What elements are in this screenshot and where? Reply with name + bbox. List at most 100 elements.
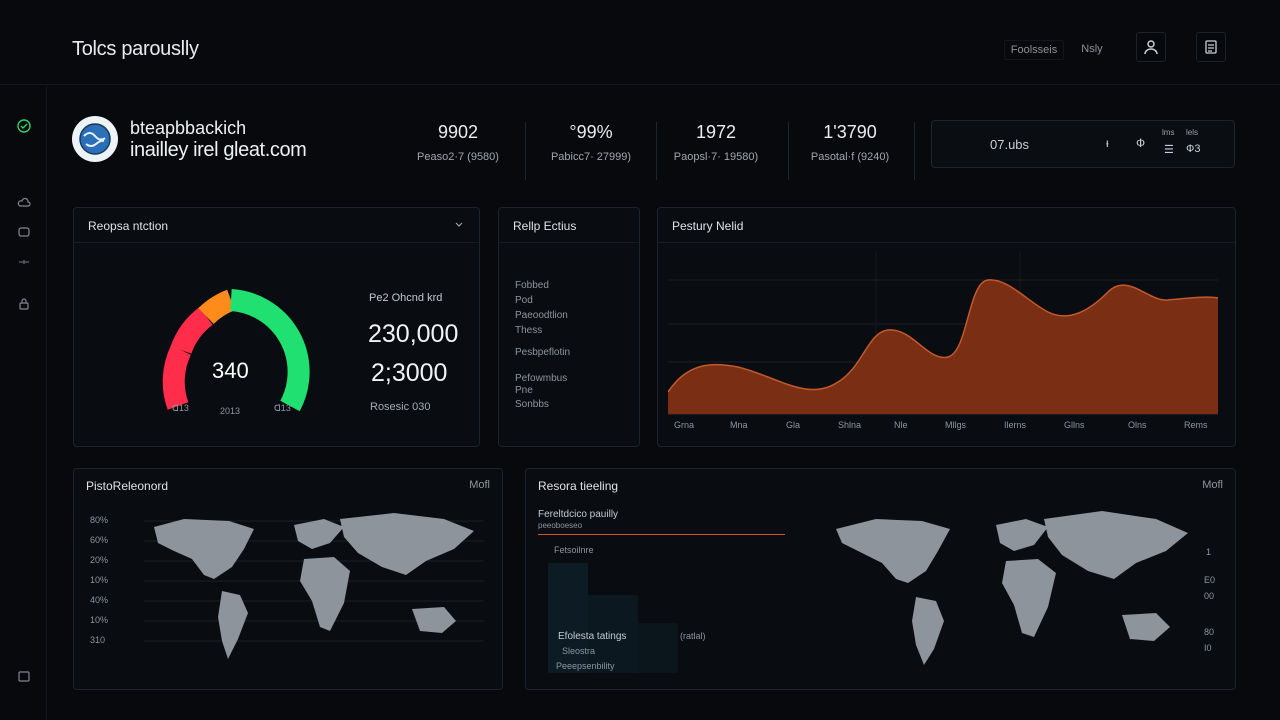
- sidebar-lock[interactable]: [14, 294, 34, 314]
- list-item[interactable]: Sonbbs: [515, 399, 549, 410]
- gauge-red-arc: [162, 345, 192, 410]
- x-axis-label: Rems: [1184, 420, 1208, 430]
- panel-title: Reopsa ntction: [88, 219, 169, 233]
- chat-icon: [18, 227, 30, 237]
- stat-4: 1'3790 Pasotal·f (9240): [790, 122, 910, 163]
- y-axis-label: 10%: [90, 615, 109, 625]
- axis-label: E0: [1204, 575, 1216, 585]
- document-button[interactable]: [1196, 32, 1226, 62]
- stat-value: °99%: [569, 122, 613, 142]
- sidebar-cloud[interactable]: [14, 192, 34, 212]
- panel-header: Pestury Nelid: [658, 208, 1235, 243]
- north-america: [154, 519, 254, 579]
- australia: [412, 607, 456, 633]
- legend-label: Sleostra: [562, 646, 596, 656]
- stat-label: Paopsl·7· 19580): [673, 151, 759, 163]
- divider: [525, 122, 526, 180]
- continents: [154, 513, 474, 659]
- more-link[interactable]: Mofl: [1202, 479, 1223, 491]
- panel-header: Reopsa ntction: [74, 208, 479, 243]
- more-link[interactable]: Mofl: [469, 479, 490, 491]
- y-axis-label: 10%: [90, 575, 109, 585]
- gauge-min-label: ᗡ13: [172, 403, 189, 413]
- globe-avatar-icon: [79, 123, 111, 155]
- stat-3: 1972 Paopsl·7· 19580): [656, 122, 776, 163]
- status-indicator: ᵻ: [1106, 136, 1109, 150]
- wave-panel: Pestury Nelid Grna Mna Gla Shlna Nle Mll…: [657, 207, 1236, 447]
- wave-area: [668, 279, 1218, 414]
- sidebar-chat[interactable]: [14, 222, 34, 242]
- panel-title: Resora tieeling: [538, 479, 619, 493]
- accent-line: [538, 534, 785, 535]
- profile-email: inailley irel gleat.com: [130, 139, 307, 161]
- map-panel-1: PistoReleonord Mofl 80% 60% 20% 10% 40% …: [73, 468, 503, 690]
- continents: [836, 511, 1188, 665]
- sidebar-filter[interactable]: [14, 252, 34, 272]
- gauge-bottom-label: 2013: [220, 406, 241, 416]
- legend-label: Peeepsenbility: [556, 661, 615, 671]
- panel-header: Rellp Ectius: [499, 208, 639, 243]
- legend-label: Efolesta tatings: [558, 631, 627, 642]
- list-item[interactable]: Pne: [515, 385, 533, 396]
- list-panel: Rellp Ectius Fobbed Pod Paeoodtlion Thes…: [498, 207, 640, 447]
- y-axis-label: 80%: [90, 515, 109, 525]
- user-button[interactable]: [1136, 32, 1166, 62]
- gauge-max-label: ᗡ13: [274, 403, 291, 413]
- metric-big-2: 2;3000: [371, 359, 448, 387]
- europe: [996, 519, 1048, 551]
- panel-title: Rellp Ectius: [513, 219, 577, 233]
- metric-big-1: 230,000: [368, 320, 459, 348]
- sidebar-refresh[interactable]: [14, 116, 34, 136]
- map-subtitle: Fereltdcico pauilly: [538, 509, 619, 520]
- top-link-2[interactable]: Nsly: [1074, 40, 1110, 58]
- map-panel-2: Resora tieeling Mofl Fereltdcico pauilly…: [525, 468, 1236, 690]
- north-america: [836, 519, 950, 583]
- asia: [1044, 511, 1188, 579]
- avatar[interactable]: [72, 116, 118, 162]
- top-link-1[interactable]: Foolsseis: [1004, 40, 1064, 60]
- x-axis-label: Grna: [674, 420, 695, 430]
- south-america: [912, 597, 944, 665]
- asia: [340, 513, 474, 575]
- divider: [788, 122, 789, 180]
- list-item[interactable]: Pesbpeflotin: [515, 347, 570, 358]
- stat-1: 9902 Peaso2·7 (9580): [398, 122, 518, 163]
- europe: [294, 519, 344, 549]
- chevron-down-icon[interactable]: [455, 222, 463, 228]
- x-axis-label: Gla: [786, 420, 801, 430]
- australia: [1122, 613, 1170, 641]
- divider: [914, 122, 915, 180]
- x-axis-label: Mna: [730, 420, 748, 430]
- status-mini-value: Ф3: [1186, 143, 1201, 155]
- list-item[interactable]: Thess: [515, 325, 542, 336]
- x-axis-label: Shlna: [838, 420, 862, 430]
- y-axis-label: 60%: [90, 535, 109, 545]
- sidebar: [0, 86, 47, 720]
- world-map: [836, 511, 1188, 665]
- x-axis-label: Olns: [1128, 420, 1147, 430]
- world-map: [144, 513, 484, 659]
- document-icon: [1205, 40, 1217, 54]
- folder-icon: [18, 671, 30, 682]
- panel-title: PistoReleonord: [86, 479, 169, 493]
- list-item[interactable]: Pefowmbus: [515, 373, 567, 384]
- list-item[interactable]: Pod: [515, 295, 533, 306]
- legend-sub: (ratlal): [680, 631, 706, 641]
- status-mini-label: lels: [1186, 128, 1199, 137]
- list-item[interactable]: Paeoodtlion: [515, 310, 568, 321]
- map-sub-label: peeoboeseo: [538, 521, 583, 530]
- app-title: Tolcs parouslly: [72, 38, 199, 60]
- stat-label: Pasotal·f (9240): [810, 151, 890, 163]
- list-item[interactable]: Fobbed: [515, 280, 549, 291]
- filter-icon: [19, 260, 29, 264]
- africa: [1002, 559, 1056, 637]
- sidebar-folder[interactable]: [14, 666, 34, 686]
- status-mini-icon: ☰: [1164, 144, 1174, 156]
- lock-icon: [19, 298, 29, 310]
- y-axis-label: 20%: [90, 555, 109, 565]
- wave-area-chart: [668, 252, 1218, 415]
- map-label: Fetsoilnre: [554, 545, 594, 555]
- bar-block: [548, 563, 588, 673]
- cloud-icon: [17, 197, 31, 207]
- bar-block: [638, 623, 678, 673]
